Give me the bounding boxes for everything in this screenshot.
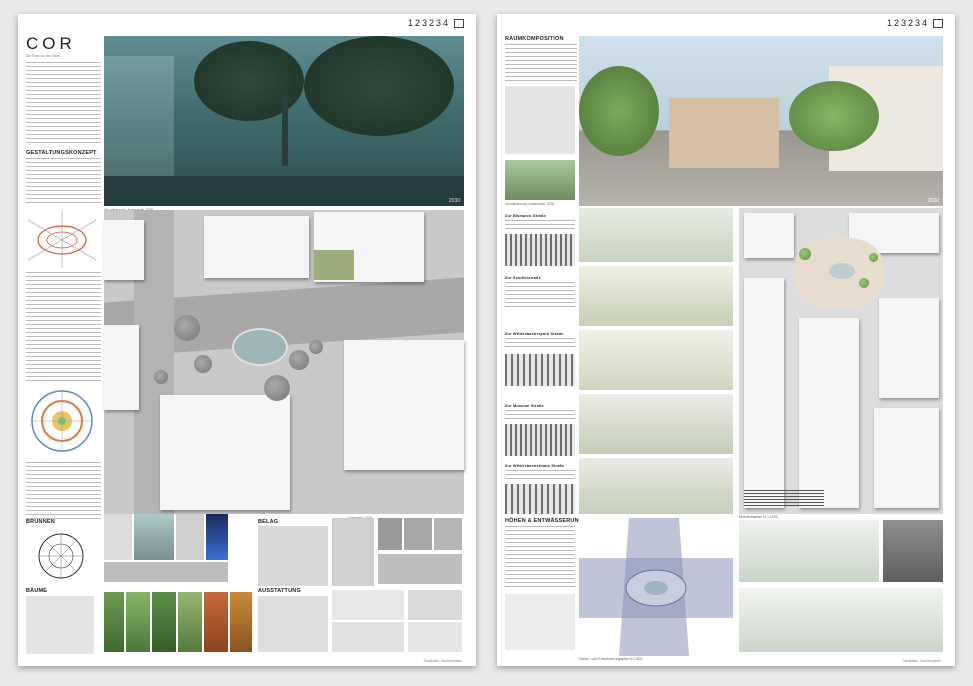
section-sketch-5 [505,484,575,514]
paving-sample-4 [378,554,462,584]
section-render-1 [739,520,879,582]
paving-plan [258,526,328,586]
poster-sheet-right: 123234 RAUMKOMPOSITION 2030 Visualisieru… [497,14,955,666]
section-label-1: Zur Bismarck Straße [505,214,546,218]
heading-ausstattung: AUSSTATTUNG [258,588,301,594]
paving-sample-2 [404,518,432,550]
logo-subtitle: Ein Platz für die Stadt [26,54,60,58]
hero-year: 2030 [448,198,460,204]
hero-year: 2030 [927,198,939,204]
section-label-4: Zur Museum Straße [505,404,544,408]
site-plan [104,210,464,514]
tree-photo-5 [204,592,228,652]
overview-plan [739,208,943,514]
section-sketch-1 [505,234,575,266]
section-text-4 [505,410,575,422]
tree-photo-1 [104,592,124,652]
trees-plan [26,596,94,654]
raum-diagram-1 [505,86,575,154]
bench-render [332,590,404,620]
tree-photo-3 [152,592,176,652]
fountain-photo-1 [104,514,132,560]
paving-sample-3 [434,518,462,550]
heading-hoehen: HÖHEN & ENTWÄSSERUNG [505,518,584,524]
project-logo: COR [26,34,76,53]
tree-photo-2 [126,592,150,652]
street-render-5 [579,458,733,514]
hero-visualisation-day: 2030 [579,36,943,206]
fountain-diagram [26,527,96,585]
zone-diagram [26,386,98,456]
heading-gestaltungskonzept: GESTALTUNGSKONZEPT [26,150,97,156]
overview-plan-caption: Übersichtsplan M 1:1000 [739,515,778,519]
submission-id: 123234 [408,18,464,28]
section-label-3: Zur Wittelsbacherpark Straße [505,332,564,336]
section-label-5: Zur Wittelsbacherhaus Straße [505,464,565,468]
tree-pit-detail [505,594,575,650]
intro-text [26,62,101,146]
street-render-4 [579,394,733,454]
raum-text [505,44,577,84]
raum-photo [505,160,575,200]
fountain-ring-render [332,622,404,652]
section-sketch-3 [505,354,575,386]
street-render-3 [579,330,733,390]
poster-sheet-left: 123234 COR Ein Platz für die Stadt GESTA… [18,14,476,666]
light-render [408,622,462,652]
section-sketch-4 [505,424,575,456]
footer-left: Stadtplatz, Sachsenplatz [423,659,462,663]
street-render-2 [579,266,733,326]
drainage-caption: Höhen- und Entwässerungsplan M 1:500 [579,657,643,661]
section-text-2 [505,282,575,310]
section-detail-photo [883,520,943,582]
hero-caption: Visualisierung, Ausschnitt, 2030 [505,202,555,206]
id-box-icon [933,18,943,28]
section-render-2 [739,588,943,652]
section-text-1 [505,220,575,232]
heading-baeume: BÄUME [26,588,48,594]
fountain-photo-3 [176,514,204,560]
id-box-icon [454,18,464,28]
tree-photo-4 [178,592,202,652]
paving-sample-1 [378,518,402,550]
footer-right: Stadtplatz, Sachsenplatz [902,659,941,663]
concept-text-2 [26,272,101,382]
heading-belag: BELAG [258,519,279,525]
section-text-5 [505,470,575,482]
tree-photo-6 [230,592,252,652]
concept-text [26,158,101,203]
hero-visualisation-night: 2030 [104,36,464,206]
furniture-plan [258,596,328,652]
hoehen-text [505,526,575,590]
fountain-photo-2 [134,514,174,560]
concept-text-3 [26,462,101,520]
paving-detail [332,518,374,586]
drainage-plan [579,518,733,656]
street-render-1 [579,208,733,262]
section-label-2: Zur Schillerstraße [505,276,541,280]
fountain-section [104,562,228,582]
lamp-render [408,590,462,620]
section-text-3 [505,338,575,350]
submission-id: 123234 [887,18,943,28]
circulation-diagram [26,210,98,268]
fountain-photo-4 [206,514,228,560]
heading-raumkomposition: RAUMKOMPOSITION [505,36,564,42]
heading-brunnen: BRUNNEN [26,519,55,525]
